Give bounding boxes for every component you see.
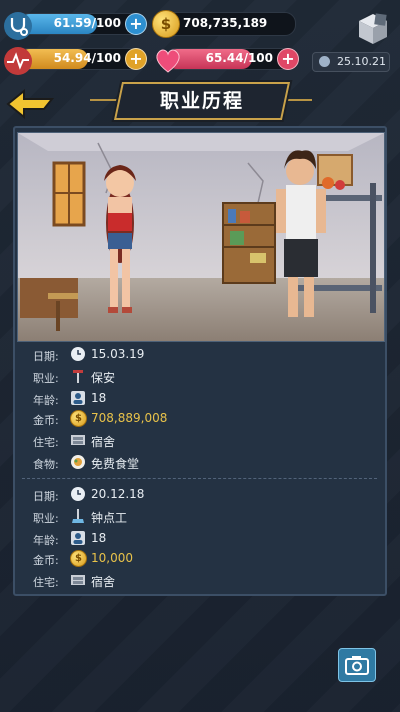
title-ornament-right (282, 99, 312, 101)
camera-icon (345, 656, 369, 675)
clock-icon (319, 56, 330, 67)
energy-value: 54.94/100 (53, 51, 121, 65)
entry-1-coins: 708,889,008 (91, 411, 168, 425)
coin-balance-value: 708,735,189 (183, 16, 268, 30)
entry-2-age: 18 (91, 531, 107, 545)
entry-2-job-row: 职业: 钟点工 (33, 508, 333, 526)
age-label: 年龄: (33, 394, 59, 407)
entry-1-age-row: 年龄: 18 (33, 390, 333, 408)
food-label: 食物: (33, 458, 59, 471)
game-date-value: 25.10.21 (337, 55, 386, 68)
dormitory-icon (70, 432, 86, 448)
health-value: 61.59/100 (53, 16, 121, 30)
dormitory-scene-image (17, 132, 385, 342)
energy-bar: 54.94/100 + (18, 48, 147, 70)
person-icon (70, 390, 86, 406)
mop-icon (70, 508, 86, 524)
entry-1-food: 免费食堂 (91, 457, 140, 471)
page-title: 职业历程 (159, 90, 244, 112)
age-label: 年龄: (33, 534, 59, 547)
date-label: 日期: (33, 350, 59, 363)
coins-label: 金币: (33, 554, 59, 567)
add-health-button[interactable]: + (125, 13, 147, 35)
entry-1-date-row: 日期: 15.03.19 (33, 346, 333, 364)
back-button[interactable] (6, 88, 56, 120)
coin-icon: $ (70, 550, 87, 567)
baton-icon (70, 368, 86, 384)
page-title-banner: 职业历程 (113, 82, 291, 120)
clock-icon (70, 486, 86, 502)
housing-label: 住宅: (33, 576, 59, 589)
add-happiness-button[interactable]: + (277, 48, 299, 70)
game-date: 25.10.21 (312, 52, 390, 72)
entry-1-housing: 宿舍 (91, 435, 116, 449)
back-arrow-icon (6, 88, 55, 120)
heartbeat-icon (2, 45, 34, 77)
menu-cube-button[interactable] (356, 12, 390, 46)
health-bar: 61.59/100 + (18, 13, 147, 35)
stethoscope-icon (2, 10, 34, 42)
job-label: 职业: (33, 372, 59, 385)
person-icon (70, 530, 86, 546)
food-bowl-icon (70, 454, 86, 470)
add-energy-button[interactable]: + (125, 48, 147, 70)
entry-2-housing: 宿舍 (91, 575, 116, 589)
entry-2-housing-row: 住宅: 宿舍 (33, 572, 333, 590)
coin-icon: $ (152, 10, 180, 38)
entry-1-age: 18 (91, 391, 107, 405)
heart-icon (152, 44, 184, 76)
screenshot-camera-button[interactable] (338, 648, 376, 682)
dormitory-icon (70, 572, 86, 588)
coins-label: 金币: (33, 414, 59, 427)
entry-2-coins: 10,000 (91, 551, 133, 565)
entry-2-job: 钟点工 (91, 511, 128, 525)
entry-separator (22, 478, 377, 479)
entry-2-age-row: 年龄: 18 (33, 530, 333, 548)
entry-2-coins-row: 金币: $ 10,000 (33, 550, 333, 568)
entry-1-job: 保安 (91, 371, 116, 385)
job-label: 职业: (33, 512, 59, 525)
entry-2-date: 20.12.18 (91, 487, 145, 501)
entry-1-food-row: 食物: 免费食堂 (33, 454, 333, 472)
entry-1-job-row: 职业: 保安 (33, 368, 333, 386)
happiness-value: 65.44/100 (205, 51, 273, 65)
housing-label: 住宅: (33, 436, 59, 449)
happiness-bar: 65.44/100 + (166, 48, 299, 70)
entry-2-date-row: 日期: 20.12.18 (33, 486, 333, 504)
entry-1-date: 15.03.19 (91, 347, 145, 361)
title-ornament-left (90, 99, 120, 101)
clock-icon (70, 346, 86, 362)
entry-1-coins-row: 金币: $ 708,889,008 (33, 410, 333, 428)
coin-icon: $ (70, 410, 87, 427)
entry-1-housing-row: 住宅: 宿舍 (33, 432, 333, 450)
date-label: 日期: (33, 490, 59, 503)
